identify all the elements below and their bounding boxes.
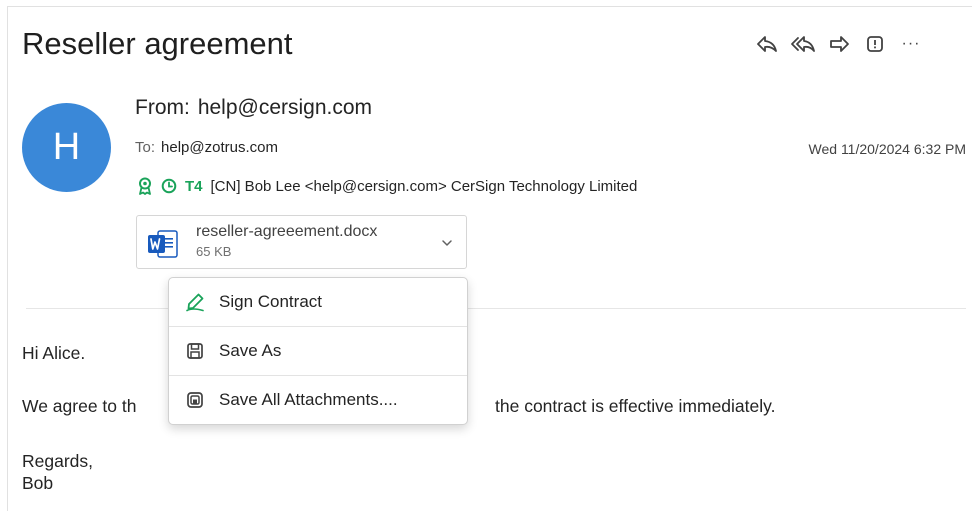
more-icon[interactable]: ··· [896,30,926,58]
trust-level-badge[interactable]: T4 [185,178,203,195]
sent-date: Wed 11/20/2024 6:32 PM [808,141,966,157]
signature-info-text: [CN] Bob Lee <help@cersign.com> CerSign … [210,177,638,195]
certificate-badge-icon[interactable] [137,177,153,195]
word-document-icon [147,229,179,259]
signature-verification-line: T4 [CN] Bob Lee <help@cersign.com> CerSi… [137,177,637,195]
sign-pen-icon [185,292,205,312]
message-toolbar: ··· [752,30,932,58]
to-address[interactable]: help@zotrus.com [161,139,278,156]
avatar-initial: H [52,126,81,168]
reply-icon[interactable] [752,30,782,58]
more-label: ··· [901,35,921,52]
menu-item-label: Save All Attachments.... [219,390,398,409]
body-line-left: We agree to th [22,396,137,416]
body-greeting: Hi Alice. [22,343,86,363]
body-signature-name: Bob [22,473,54,493]
header-divider [26,308,966,309]
save-icon [185,341,205,361]
to-line: To: help@zotrus.com [135,139,278,156]
report-icon[interactable] [860,30,890,58]
menu-item-sign-contract[interactable]: Sign Contract [169,278,467,326]
attachment-size: 65 KB [196,244,232,259]
from-label: From: [135,96,190,119]
menu-item-save-as[interactable]: Save As [169,327,467,375]
menu-item-save-all-attachments[interactable]: Save All Attachments.... [169,376,467,424]
body-closing: Regards, [22,451,94,471]
reply-all-icon[interactable] [788,30,818,58]
attachment-context-menu: Sign Contract Save As Save All Attachmen… [168,277,468,425]
menu-item-label: Save As [219,341,282,360]
timestamp-clock-icon[interactable] [161,178,177,194]
forward-icon[interactable] [824,30,854,58]
email-subject: Reseller agreement [22,26,293,61]
attachment-name: reseller-agreeement.docx [196,223,378,240]
to-label: To: [135,139,156,156]
menu-item-label: Sign Contract [219,292,322,311]
from-line: From: help@cersign.com [135,96,372,120]
attachment-card[interactable]: reseller-agreeement.docx 65 KB [136,215,467,269]
chevron-down-icon[interactable] [440,236,454,250]
body-line-right: the contract is effective immediately. [495,396,776,416]
from-address[interactable]: help@cersign.com [198,96,372,119]
sender-avatar[interactable]: H [22,103,111,192]
save-all-icon [185,390,205,410]
